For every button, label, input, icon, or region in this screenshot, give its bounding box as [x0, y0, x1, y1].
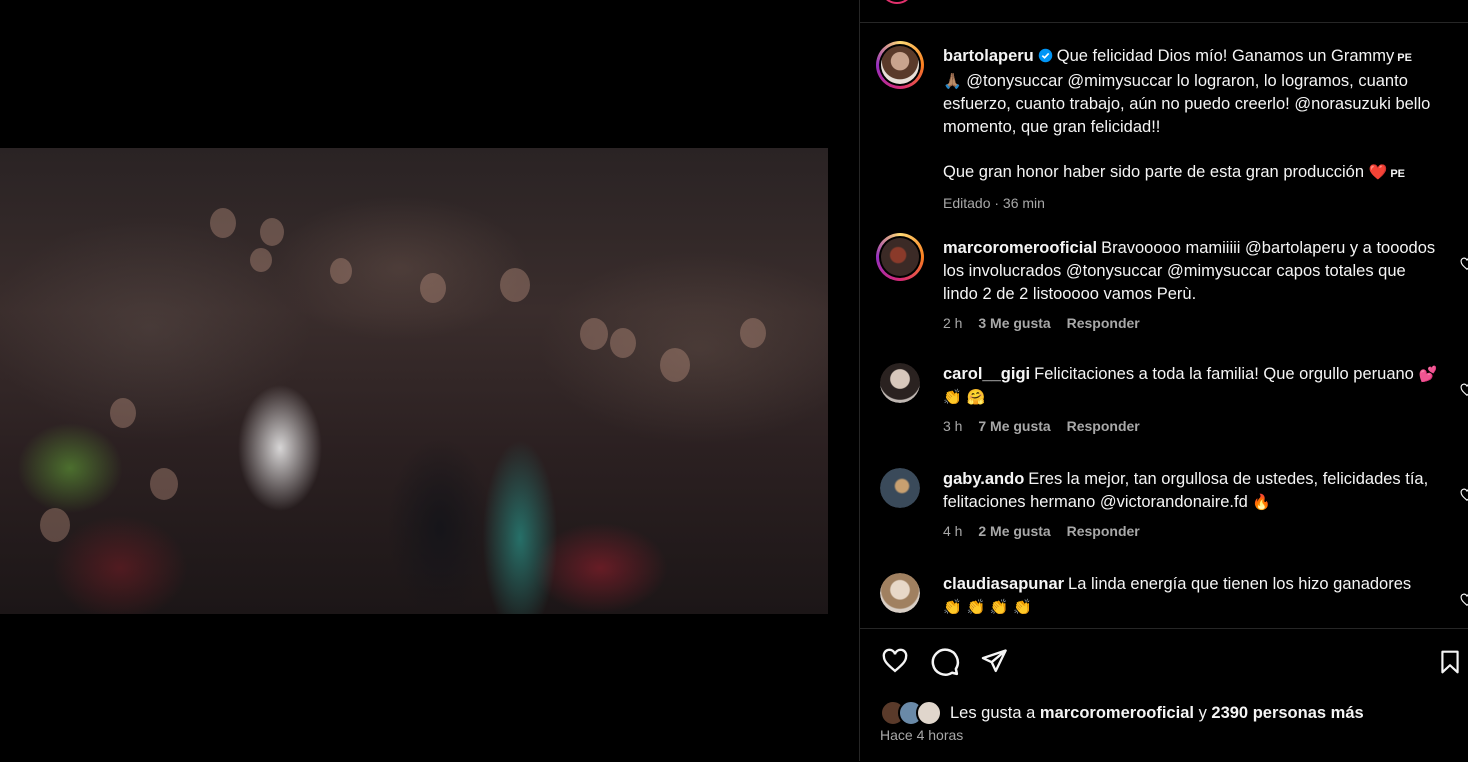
commenter-avatar[interactable] — [880, 363, 920, 403]
comment-time: 4 h — [943, 523, 963, 539]
likes-summary: Les gusta a marcoromerooficial y 2390 pe… — [880, 700, 1364, 726]
verified-badge-icon — [1038, 48, 1053, 63]
caption-text: Que felicidad Dios mío! Ganamos un Gramm… — [1056, 47, 1395, 65]
comment-time: 3 h — [943, 418, 963, 434]
comment-time: 2 h — [943, 315, 963, 331]
comment-likes[interactable]: 3 Me gusta — [978, 315, 1050, 331]
crowd-face — [150, 468, 178, 500]
comments-list[interactable]: bartolaperu Que felicidad Dios mío! Ganam… — [860, 23, 1468, 627]
commenter-username[interactable]: marcoromerooficial — [943, 239, 1097, 257]
comment-like-icon[interactable] — [1460, 383, 1468, 397]
heart-icon[interactable] — [880, 647, 910, 675]
crowd-face — [210, 208, 236, 238]
comment-like-icon[interactable] — [1460, 593, 1468, 607]
crowd-face — [610, 328, 636, 358]
likes-count[interactable]: 2390 personas más — [1211, 704, 1363, 723]
comment-emojis: 🔥 — [1252, 493, 1272, 511]
panel-header-edge — [860, 0, 1468, 23]
author-avatar[interactable] — [876, 41, 924, 89]
comment-meta: 3 h 7 Me gusta Responder — [943, 415, 1443, 438]
post-media — [0, 0, 858, 761]
comment-emojis: 👏 👏 👏 👏 — [943, 598, 1033, 616]
reply-button[interactable]: Responder — [1067, 523, 1140, 539]
edited-label: Editado · 36 min — [943, 195, 1045, 211]
commenter-username[interactable]: gaby.ando — [943, 470, 1024, 488]
comment-meta: 4 h 2 Me gusta Responder — [943, 520, 1443, 543]
comment-likes[interactable]: 7 Me gusta — [978, 418, 1050, 434]
commenter-avatar[interactable] — [876, 233, 924, 281]
liker-avatars — [880, 700, 942, 726]
heart-emoji: ❤️ — [1368, 163, 1388, 181]
peru-flag-2: PE — [1390, 168, 1406, 180]
post-time[interactable]: Hace 4 horas — [880, 727, 963, 743]
comment-icon[interactable] — [930, 647, 960, 677]
comment-like-icon[interactable] — [1460, 257, 1468, 271]
video-player[interactable] — [0, 148, 828, 614]
crowd-face — [500, 268, 530, 302]
liker-username[interactable]: marcoromerooficial — [1040, 704, 1194, 723]
crowd-face — [580, 318, 608, 350]
comment-like-icon[interactable] — [1460, 488, 1468, 502]
comment-text: Felicitaciones a toda la familia! Que or… — [1034, 365, 1414, 383]
crowd-face — [110, 398, 136, 428]
header-avatar[interactable] — [880, 0, 914, 4]
crowd-face — [420, 273, 446, 303]
bookmark-icon[interactable] — [1437, 647, 1463, 677]
crowd-face — [330, 258, 352, 284]
comment-meta: 2 h 3 Me gusta Responder — [943, 312, 1443, 335]
caption-text-2: @tonysuccar @mimysuccar lo lograron, lo … — [943, 72, 1431, 136]
reply-button[interactable]: Responder — [1067, 418, 1140, 434]
post-actions: Les gusta a marcoromerooficial y 2390 pe… — [860, 628, 1468, 762]
author-username[interactable]: bartolaperu — [943, 47, 1034, 65]
post-side-panel: bartolaperu Que felicidad Dios mío! Ganam… — [859, 0, 1468, 761]
peru-flag: PE — [1397, 52, 1412, 64]
commenter-username[interactable]: claudiasapunar — [943, 575, 1064, 593]
commenter-avatar[interactable] — [880, 468, 920, 508]
crowd-face — [250, 248, 272, 272]
reply-button[interactable]: Responder — [1067, 315, 1140, 331]
likes-prefix: Les gusta a — [950, 703, 1036, 722]
comment-likes[interactable]: 2 Me gusta — [978, 523, 1050, 539]
praying-hands-emoji: 🙏🏽 — [943, 72, 962, 90]
comment-text: La linda energía que tienen los hizo gan… — [1068, 575, 1412, 593]
crowd-face — [40, 508, 70, 542]
commenter-avatar[interactable] — [880, 573, 920, 613]
crowd-face — [260, 218, 284, 246]
likes-connector: y — [1198, 703, 1207, 722]
caption-text-3: Que gran honor haber sido parte de esta … — [943, 163, 1365, 181]
liker-avatar — [916, 700, 942, 726]
crowd-face — [740, 318, 766, 348]
caption-meta: Editado · 36 min — [943, 192, 1443, 215]
send-icon[interactable] — [980, 647, 1008, 675]
crowd-face — [660, 348, 690, 382]
commenter-username[interactable]: carol__gigi — [943, 365, 1030, 383]
